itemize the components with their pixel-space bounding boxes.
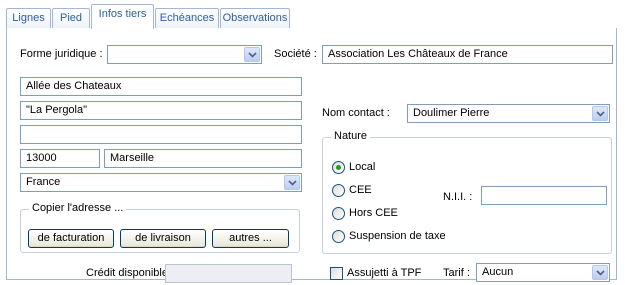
forme-juridique-combo[interactable] <box>107 45 262 64</box>
nature-cee-radio[interactable] <box>332 184 345 197</box>
adresse-ligne2-field[interactable]: "La Pergola" <box>20 101 302 120</box>
nature-title: Nature <box>331 130 371 142</box>
nature-hors-cee-radio[interactable] <box>332 207 345 220</box>
ville-field[interactable]: Marseille <box>104 149 302 168</box>
copier-adresse-title: Copier l'adresse ... <box>29 202 127 214</box>
nature-cee-label[interactable]: CEE <box>349 184 372 196</box>
copier-facturation-button[interactable]: de facturation <box>28 229 114 248</box>
chevron-down-icon[interactable] <box>592 265 608 280</box>
chevron-down-icon[interactable] <box>284 175 300 190</box>
copier-livraison-button[interactable]: de livraison <box>120 229 206 248</box>
adresse-ligne1-field[interactable]: Allée des Chateaux <box>20 77 302 96</box>
tab-observations[interactable]: Observations <box>220 8 290 28</box>
nii-field[interactable] <box>481 186 607 205</box>
tpf-label[interactable]: Assujetti à TPF <box>347 267 421 279</box>
credit-disponible-field <box>165 264 292 283</box>
nom-contact-combo[interactable]: Doulimer Pierre <box>407 104 610 123</box>
nom-contact-label: Nom contact : <box>322 107 390 119</box>
chevron-down-icon[interactable] <box>244 47 260 62</box>
credit-disponible-label: Crédit disponible : <box>86 267 175 279</box>
tab-infos-tiers[interactable]: Infos tiers <box>91 4 154 29</box>
pays-combo[interactable]: France <box>20 173 302 192</box>
code-postal-field[interactable]: 13000 <box>20 149 100 168</box>
nii-label: N.I.I. : <box>443 191 473 203</box>
nature-suspension-radio[interactable] <box>332 230 345 243</box>
pays-value: France <box>26 176 61 188</box>
tab-echeances[interactable]: Echéances <box>155 8 219 28</box>
chevron-down-icon[interactable] <box>592 106 608 121</box>
societe-label: Société : <box>274 48 317 60</box>
adresse-ligne3-field[interactable] <box>20 125 302 144</box>
tab-lignes[interactable]: Lignes <box>6 8 51 28</box>
forme-juridique-label: Forme juridique : <box>20 48 103 60</box>
nature-hors-cee-label[interactable]: Hors CEE <box>349 207 398 219</box>
societe-field[interactable]: Association Les Châteaux de France <box>322 45 613 64</box>
copier-autres-button[interactable]: autres ... <box>212 229 289 248</box>
nature-local-radio[interactable] <box>332 161 345 174</box>
nature-suspension-label[interactable]: Suspension de taxe <box>349 230 446 242</box>
tpf-checkbox[interactable] <box>330 267 343 280</box>
nom-contact-value: Doulimer Pierre <box>413 107 490 119</box>
nature-local-label[interactable]: Local <box>349 161 375 173</box>
tarif-combo[interactable]: Aucun <box>476 263 610 282</box>
tarif-value: Aucun <box>482 266 514 278</box>
tarif-label: Tarif : <box>443 267 470 279</box>
tab-pied[interactable]: Pied <box>52 8 90 28</box>
